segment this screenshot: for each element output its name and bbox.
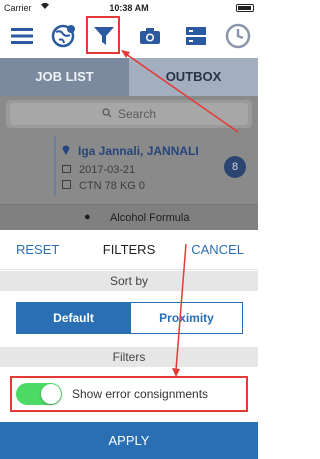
search-input[interactable]: Search	[10, 103, 248, 125]
filters-section-label: Filters	[0, 347, 258, 367]
sort-proximity-option[interactable]: Proximity	[130, 303, 242, 333]
sort-default-option[interactable]: Default	[17, 303, 130, 333]
sort-by-label: Sort by	[0, 271, 258, 291]
card-date-row: 2017-03-21	[62, 164, 135, 176]
storage-icon[interactable]	[180, 20, 212, 52]
search-icon	[102, 107, 112, 121]
search-bar: Search	[6, 100, 252, 128]
tab-outbox[interactable]: OUTBOX	[129, 58, 258, 96]
tab-bar: JOB LIST OUTBOX	[0, 58, 258, 96]
status-time: 10:38 AM	[109, 3, 149, 13]
job-card[interactable]: Iga Jannali, JANNALI 2017-03-21 CTN 78 K…	[0, 136, 258, 204]
info-icon: ●	[84, 211, 91, 223]
filters-header: FILTERS RESET CANCEL	[0, 230, 258, 270]
card-name: Iga Jannali, JANNALI	[78, 144, 199, 158]
location-pin-icon	[62, 144, 70, 158]
card2-text: Alcohol Formula	[110, 212, 190, 224]
card-cargo: CTN 78 KG 0	[79, 180, 146, 192]
filter-highlight-box	[86, 16, 120, 54]
job-card-2[interactable]: ● Alcohol Formula	[0, 204, 258, 230]
filters-sheet: FILTERS RESET CANCEL Sort by Default Pro…	[0, 230, 258, 459]
card-divider	[54, 136, 56, 196]
toggle-label: Show error consignments	[72, 387, 209, 401]
job-list-overlay: Search Iga Jannali, JANNALI 2017-03-21 C…	[0, 96, 258, 230]
clock-icon[interactable]	[222, 20, 254, 52]
reset-button[interactable]: RESET	[16, 242, 59, 257]
card-cargo-row: CTN 78 KG 0	[62, 180, 145, 192]
battery-icon	[236, 4, 254, 12]
toolbar	[0, 16, 258, 56]
card-date: 2017-03-21	[79, 164, 136, 176]
error-consignments-toggle[interactable]	[16, 383, 62, 405]
camera-icon[interactable]	[134, 20, 166, 52]
error-consignments-row: Show error consignments	[10, 376, 248, 412]
apply-button[interactable]: APPLY	[0, 422, 258, 459]
status-bar: Carrier 10:38 AM	[0, 0, 258, 16]
tab-job-list[interactable]: JOB LIST	[0, 58, 129, 96]
box-icon	[62, 180, 71, 192]
card-location-row: Iga Jannali, JANNALI	[62, 144, 199, 158]
calendar-icon	[62, 164, 71, 176]
toggle-knob	[41, 384, 61, 404]
sort-segmented-control: Default Proximity	[16, 302, 243, 334]
count-badge: 8	[224, 156, 246, 178]
menu-icon[interactable]	[6, 20, 38, 52]
globe-icon[interactable]	[48, 20, 80, 52]
search-placeholder: Search	[117, 107, 157, 121]
cancel-button[interactable]: CANCEL	[191, 242, 244, 257]
